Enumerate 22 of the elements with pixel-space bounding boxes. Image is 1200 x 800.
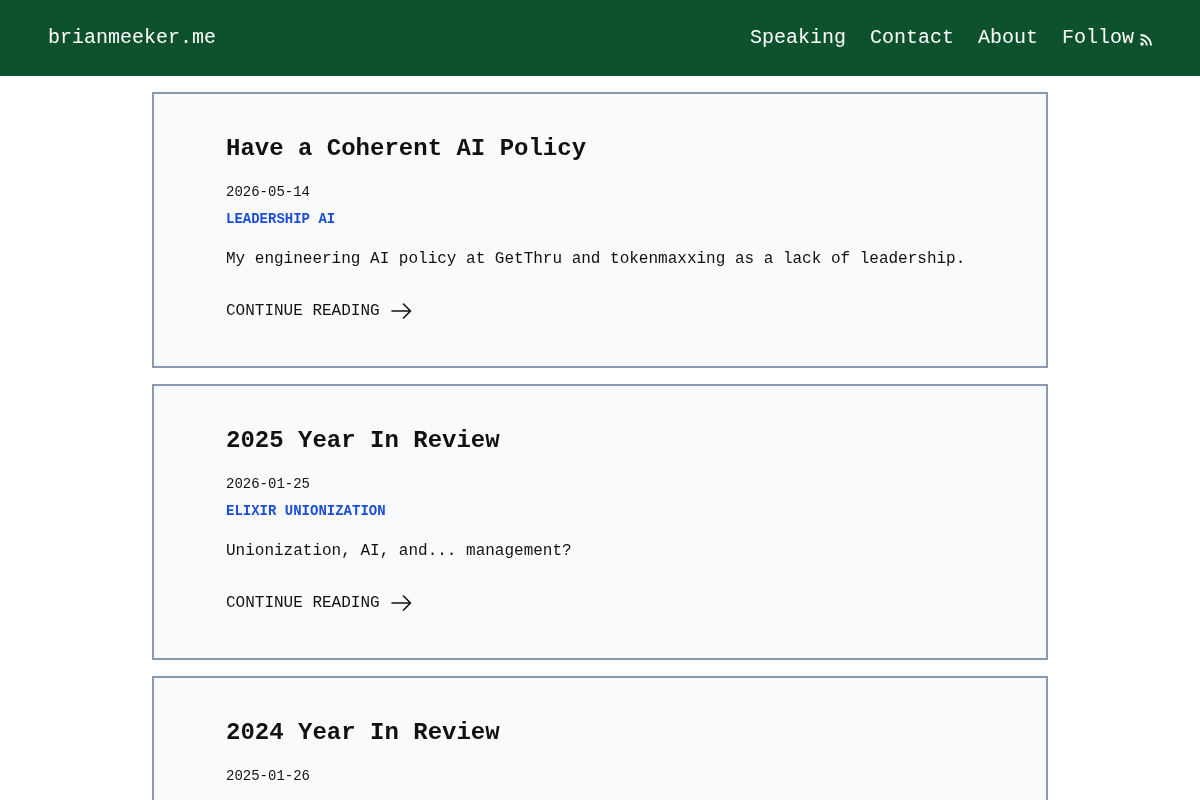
post-title[interactable]: 2024 Year In Review <box>226 718 500 747</box>
post-title[interactable]: 2025 Year In Review <box>226 426 500 455</box>
tag-link[interactable]: ELIXIR <box>226 501 277 521</box>
tag-link[interactable]: LEADERSHIP <box>226 209 310 229</box>
post-summary: Unionization, AI, and... management? <box>226 541 572 562</box>
arrow-right-icon <box>390 303 412 319</box>
arrow-right-icon <box>390 595 412 611</box>
continue-reading-link[interactable]: CONTINUE READING <box>226 299 412 323</box>
post-title[interactable]: Have a Coherent AI Policy <box>226 134 587 163</box>
continue-reading-link[interactable]: CONTINUE READING <box>226 591 412 615</box>
rss-icon <box>1140 34 1152 46</box>
nav-link[interactable]: Contact <box>869 26 954 50</box>
site-title[interactable]: brianmeeker.me <box>48 26 217 50</box>
nav-link[interactable]: Speaking <box>749 26 846 50</box>
post-date: 2026-01-25 <box>226 475 310 494</box>
tag-link[interactable]: AI <box>318 209 336 229</box>
tag-link[interactable]: UNIONIZATION <box>284 501 386 521</box>
post-summary: My engineering AI policy at GetThru and tokenmaxxing as a lack of leadership. <box>226 249 966 270</box>
post-date: 2026-05-14 <box>226 183 310 202</box>
nav-link[interactable]: About <box>977 26 1038 50</box>
post-date: 2025-01-26 <box>226 767 310 786</box>
follow-link[interactable]: Follow <box>1062 26 1152 50</box>
